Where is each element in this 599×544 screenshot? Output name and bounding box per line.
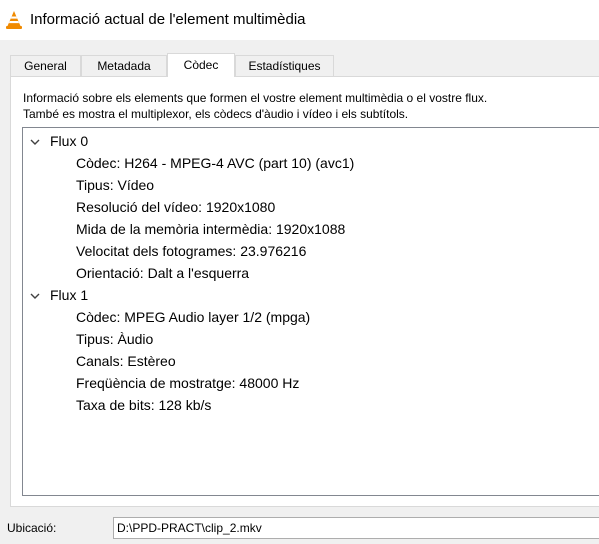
stream-node-flux-1[interactable]: Flux 1 [50,285,88,305]
stream-property: Taxa de bits: 128 kb/s [76,397,212,413]
chevron-down-icon[interactable] [29,290,41,302]
stream-property: Orientació: Dalt a l'esquerra [76,265,250,281]
tab-metadata[interactable]: Metadada [81,55,167,76]
tab-general[interactable]: General [10,55,81,76]
stream-property: Mida de la memòria intermèdia: 1920x1088 [76,221,346,237]
stream-property: Resolució del vídeo: 1920x1080 [76,199,276,215]
chevron-down-icon[interactable] [29,136,41,148]
codec-description: Informació sobre els elements que formen… [23,90,487,122]
stream-property: Còdec: MPEG Audio layer 1/2 (mpga) [76,309,311,325]
tab-statistics[interactable]: Estadístiques [235,55,334,76]
stream-tree[interactable]: Flux 0 Còdec: H264 - MPEG-4 AVC (part 10… [22,127,599,496]
stream-property: Tipus: Àudio [76,331,154,347]
location-label: Ubicació: [7,521,57,535]
stream-property: Freqüència de mostratge: 48000 Hz [76,375,300,391]
description-line-2: També es mostra el multiplexor, els còde… [23,107,409,121]
stream-node-flux-0[interactable]: Flux 0 [50,131,88,151]
codec-panel: Informació sobre els elements que formen… [10,76,599,507]
stream-property: Còdec: H264 - MPEG-4 AVC (part 10) (avc1… [76,155,355,171]
stream-property: Tipus: Vídeo [76,177,155,193]
title-bar: Informació actual de l'element multimèdi… [0,0,599,40]
window-title: Informació actual de l'element multimèdi… [30,11,306,28]
tab-codec[interactable]: Còdec [167,53,235,77]
location-field[interactable]: D:\PPD-PRACT\clip_2.mkv [113,517,599,539]
stream-property: Velocitat dels fotogrames: 23.976216 [76,243,307,259]
description-line-1: Informació sobre els elements que formen… [23,91,488,105]
stream-property: Canals: Estèreo [76,353,176,369]
vlc-cone-icon [6,11,22,29]
